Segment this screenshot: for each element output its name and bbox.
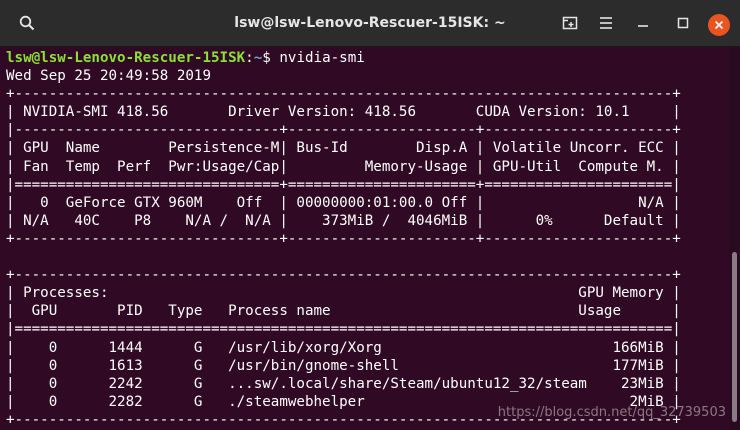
- menu-button[interactable]: [590, 8, 622, 38]
- output-line: |=======================================…: [6, 321, 681, 338]
- output-line: Wed Sep 25 20:49:58 2019: [6, 68, 211, 85]
- maximize-icon: [677, 17, 689, 29]
- output-line: | 0 GeForce GTX 960M Off | 00000000:01:0…: [6, 194, 681, 211]
- scrollbar-thumb[interactable]: [732, 252, 737, 422]
- close-button[interactable]: [708, 14, 730, 36]
- prompt-separator: :: [245, 50, 254, 66]
- prompt-user-host: lsw@lsw-Lenovo-Rescuer-15ISK: [6, 50, 246, 66]
- window-titlebar: lsw@lsw-Lenovo-Rescuer-15ISK: ~: [0, 0, 740, 47]
- window-title: lsw@lsw-Lenovo-Rescuer-15ISK: ~: [234, 15, 506, 31]
- minimize-icon: [638, 25, 648, 27]
- terminal-scrollbar[interactable]: [729, 47, 740, 430]
- output-line: | 0 1613 G /usr/bin/gnome-shell 177MiB |: [6, 357, 681, 374]
- output-line: | GPU Name Persistence-M| Bus-Id Disp.A …: [6, 140, 681, 157]
- maximize-button[interactable]: [670, 8, 696, 38]
- output-line: |-------------------------------+-------…: [6, 122, 681, 139]
- output-line: | 0 2242 G ...sw/.local/share/Steam/ubun…: [6, 375, 681, 392]
- output-line: | N/A 40C P8 N/A / N/A | 373MiB / 4046Mi…: [6, 212, 681, 229]
- new-tab-button[interactable]: [554, 8, 586, 38]
- output-line: | 0 1444 G /usr/lib/xorg/Xorg 166MiB |: [6, 339, 681, 356]
- output-line: | GPU PID Type Process name Usage |: [6, 303, 681, 320]
- output-line: | NVIDIA-SMI 418.56 Driver Version: 418.…: [6, 104, 681, 121]
- close-icon: [714, 20, 724, 30]
- output-line: +-------------------------------+-------…: [6, 230, 681, 247]
- minimize-button[interactable]: [630, 8, 656, 38]
- terminal-output[interactable]: lsw@lsw-Lenovo-Rescuer-15ISK:~$ nvidia-s…: [0, 47, 728, 430]
- command-text: nvidia-smi: [279, 50, 365, 66]
- output-line: | Fan Temp Perf Pwr:Usage/Cap| Memory-Us…: [6, 158, 681, 175]
- hamburger-menu-icon: [600, 17, 612, 29]
- watermark-text: https://blog.csdn.net/qq_32739503: [497, 405, 726, 420]
- new-tab-icon: [562, 16, 578, 30]
- output-line: +---------------------------------------…: [6, 86, 681, 103]
- prompt-symbol: $: [262, 50, 280, 66]
- search-button[interactable]: [10, 8, 44, 38]
- output-line: | Processes: GPU Memory |: [6, 285, 681, 302]
- output-line: |===============================+=======…: [6, 176, 681, 193]
- terminal-text: lsw@lsw-Lenovo-Rescuer-15ISK:~$ nvidia-s…: [0, 47, 728, 429]
- prompt-path: ~: [253, 50, 263, 66]
- search-icon: [19, 15, 35, 31]
- output-line: +---------------------------------------…: [6, 267, 681, 284]
